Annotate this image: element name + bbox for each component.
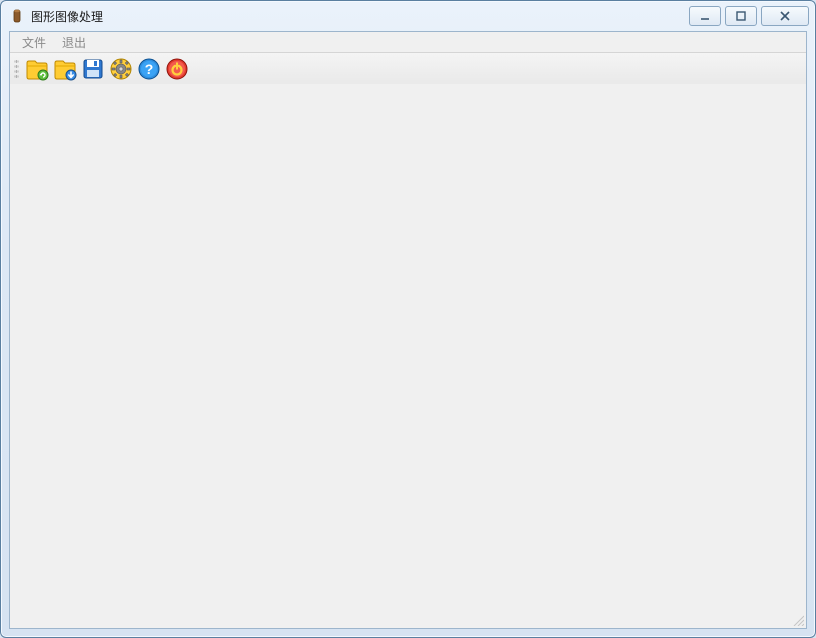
help-button[interactable] bbox=[135, 55, 163, 83]
minimize-icon bbox=[699, 10, 711, 22]
workspace bbox=[10, 84, 806, 628]
titlebar[interactable]: 图形图像处理 bbox=[1, 1, 815, 31]
app-icon bbox=[9, 8, 25, 24]
floppy-icon bbox=[81, 57, 105, 81]
resize-grip[interactable] bbox=[792, 614, 804, 626]
gear-icon bbox=[109, 57, 133, 81]
settings-button[interactable] bbox=[107, 55, 135, 83]
close-icon bbox=[778, 10, 792, 22]
window-frame: 图形图像处理 文件 退出 bbox=[0, 0, 816, 638]
toolbar-grip[interactable] bbox=[14, 58, 19, 80]
folder-save-icon bbox=[53, 57, 77, 81]
folder-refresh-icon bbox=[25, 57, 49, 81]
maximize-icon bbox=[735, 10, 747, 22]
toolbar bbox=[10, 52, 806, 86]
close-button[interactable] bbox=[761, 6, 809, 26]
help-icon bbox=[137, 57, 161, 81]
open-folder-save-button[interactable] bbox=[51, 55, 79, 83]
minimize-button[interactable] bbox=[689, 6, 721, 26]
menubar: 文件 退出 bbox=[10, 32, 806, 52]
open-folder-refresh-button[interactable] bbox=[23, 55, 51, 83]
maximize-button[interactable] bbox=[725, 6, 757, 26]
power-icon bbox=[165, 57, 189, 81]
menu-item-file[interactable]: 文件 bbox=[14, 32, 54, 53]
window-title: 图形图像处理 bbox=[31, 8, 689, 25]
window-controls bbox=[689, 6, 809, 26]
client-area: 文件 退出 bbox=[9, 31, 807, 629]
save-button[interactable] bbox=[79, 55, 107, 83]
power-button[interactable] bbox=[163, 55, 191, 83]
menu-item-exit[interactable]: 退出 bbox=[54, 32, 94, 53]
